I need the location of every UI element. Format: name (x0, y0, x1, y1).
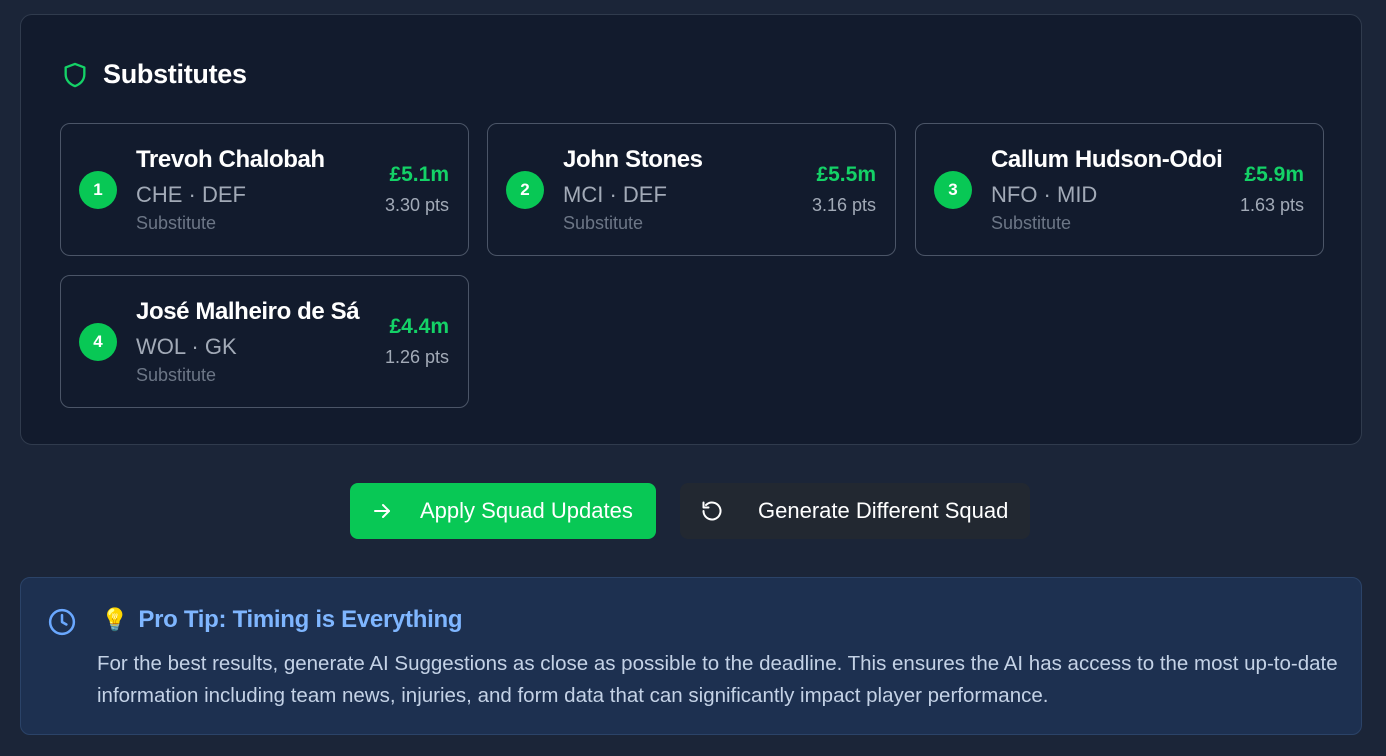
pro-tip-body: For the best results, generate AI Sugges… (97, 652, 1338, 707)
player-card[interactable]: 2 John Stones MCI · DEF Substitute £5.5m… (487, 123, 896, 256)
player-name: Callum Hudson-Odoi (991, 146, 1223, 173)
shield-icon (64, 62, 86, 87)
substitutes-title: Substitutes (103, 59, 247, 89)
lightbulb-icon: 💡 (101, 607, 129, 633)
player-price: £5.9m (1244, 163, 1304, 186)
player-team-position: MCI · DEF (563, 182, 667, 207)
generate-different-squad-label: Generate Different Squad (758, 498, 1009, 523)
player-price: £5.1m (389, 163, 449, 186)
substitutes-panel: Substitutes 1 Trevoh Chalobah CHE · DEF … (20, 14, 1362, 445)
player-role: Substitute (136, 365, 217, 385)
rank-badge: 3 (934, 171, 972, 209)
apply-squad-updates-label: Apply Squad Updates (420, 498, 633, 523)
player-points: 3.30 pts (384, 195, 449, 215)
pro-tip-title: Pro Tip: Timing is Everything (138, 606, 463, 633)
player-name: John Stones (563, 146, 703, 173)
player-card[interactable]: 3 Callum Hudson-Odoi NFO · MID Substitut… (915, 123, 1324, 256)
player-role: Substitute (136, 213, 217, 233)
player-team-position: WOL · GK (136, 334, 237, 359)
player-card[interactable]: 4 José Malheiro de Sá WOL · GK Substitut… (60, 275, 469, 408)
player-price: £4.4m (389, 315, 449, 338)
refresh-icon (702, 501, 722, 521)
rank-badge: 1 (79, 171, 117, 209)
player-name: Trevoh Chalobah (136, 146, 325, 173)
generate-different-squad-button[interactable]: Generate Different Squad (680, 483, 1030, 539)
pro-tip-panel: 💡 Pro Tip: Timing is Everything For the … (20, 577, 1362, 735)
player-role: Substitute (563, 213, 644, 233)
pro-tip-title-row: 💡 Pro Tip: Timing is Everything (101, 606, 463, 634)
rank-badge: 4 (79, 323, 117, 361)
player-name: José Malheiro de Sá (136, 298, 360, 325)
apply-squad-updates-button[interactable]: Apply Squad Updates (350, 483, 656, 539)
player-points: 3.16 pts (811, 195, 876, 215)
player-card[interactable]: 1 Trevoh Chalobah CHE · DEF Substitute £… (60, 123, 469, 256)
player-team-position: NFO · MID (991, 182, 1098, 207)
substitutes-header: Substitutes (61, 59, 247, 90)
player-points: 1.63 pts (1239, 195, 1304, 215)
clock-icon (48, 608, 76, 636)
rank-badge: 2 (506, 171, 544, 209)
arrow-right-icon (374, 504, 390, 518)
player-points: 1.26 pts (384, 347, 449, 367)
player-team-position: CHE · DEF (136, 182, 246, 207)
player-role: Substitute (991, 213, 1072, 233)
player-price: £5.5m (816, 163, 876, 186)
